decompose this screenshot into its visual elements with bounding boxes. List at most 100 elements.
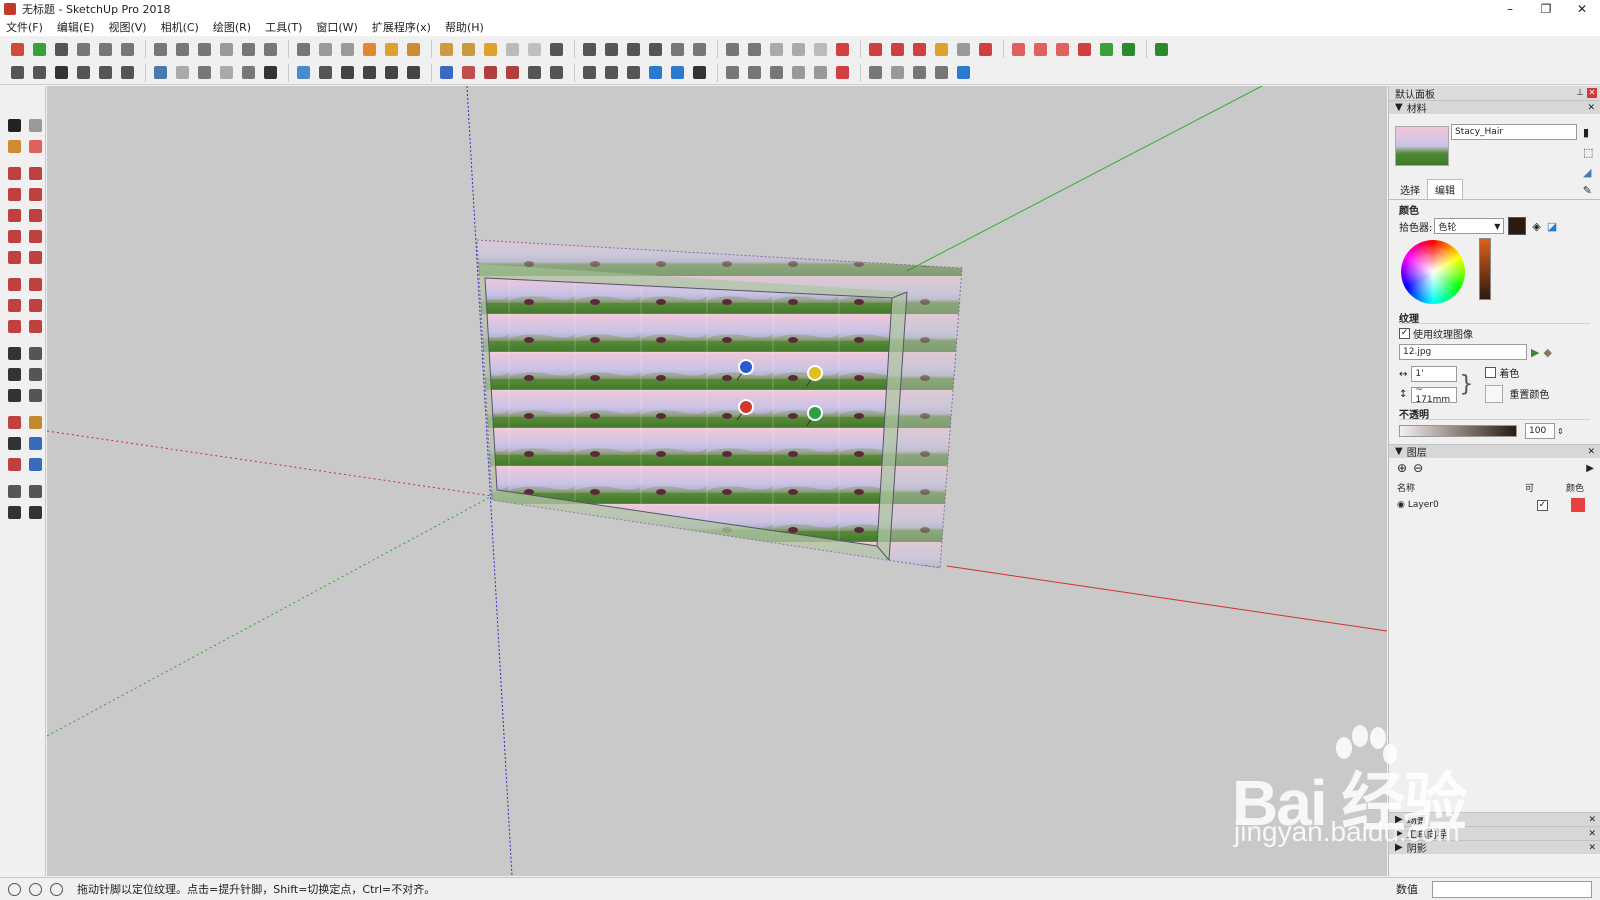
toolbar1-tool-button-23[interactable] [525, 40, 544, 59]
toolbar1-tool-button-37[interactable] [866, 40, 885, 59]
left-tool-button[interactable] [5, 413, 24, 432]
left-tool-button[interactable] [26, 206, 45, 225]
texture-file-field[interactable]: 12.jpg [1399, 344, 1527, 360]
toolbar2-tool-button-1[interactable] [8, 63, 27, 82]
measurements-field[interactable] [1432, 880, 1592, 898]
material-thumbnail[interactable] [1395, 126, 1449, 166]
default-material-icon[interactable]: ◢ [1583, 166, 1591, 179]
toolbar1-tool-button-13[interactable] [294, 40, 313, 59]
menu-window[interactable]: 窗口(W) [316, 19, 357, 35]
menu-view[interactable]: 视图(V) [108, 19, 146, 35]
left-tool-button[interactable] [26, 137, 45, 156]
toolbar2-tool-button-33[interactable] [767, 63, 786, 82]
toolbar1-tool-button-28[interactable] [646, 40, 665, 59]
layer-row[interactable]: ◉ Layer0 ✓ [1389, 496, 1600, 514]
tray-close-button[interactable]: ✕ [1587, 88, 1597, 98]
left-tool-button[interactable] [5, 185, 24, 204]
toolbar1-tool-button-41[interactable] [954, 40, 973, 59]
left-tool-button[interactable] [5, 482, 24, 501]
minimize-button[interactable]: – [1492, 0, 1528, 18]
left-tool-button[interactable] [26, 248, 45, 267]
toolbar1-tool-button-32[interactable] [745, 40, 764, 59]
color-swatch[interactable] [1508, 217, 1527, 235]
left-tool-button[interactable] [26, 227, 45, 246]
layer-visible-checkbox[interactable]: ✓ [1537, 499, 1548, 511]
left-tool-button[interactable] [26, 503, 45, 522]
left-tool-button[interactable] [26, 116, 45, 135]
active-layer-radio-icon[interactable]: ◉ [1397, 500, 1405, 510]
toolbar2-tool-button-22[interactable] [503, 63, 522, 82]
reset-color-button[interactable] [1485, 384, 1504, 403]
scenes-section-header[interactable]: ▶ 场景 ✕ [1389, 812, 1600, 827]
toolbar1-tool-button-10[interactable] [217, 40, 236, 59]
eyedropper-icon[interactable]: ✎ [1583, 184, 1592, 197]
toolbar1-tool-button-47[interactable] [1097, 40, 1116, 59]
delete-layer-icon[interactable]: ⊖ [1413, 461, 1423, 475]
picker-select[interactable]: 色轮 ▼ [1434, 218, 1505, 234]
create-material-icon[interactable]: ▮ [1583, 126, 1589, 139]
toolbar2-tool-button-36[interactable] [833, 63, 852, 82]
menu-camera[interactable]: 相机(C) [161, 19, 199, 35]
left-tool-button[interactable] [5, 248, 24, 267]
left-tool-button[interactable] [26, 185, 45, 204]
materials-section-header[interactable]: ▼ 材料 ✕ [1389, 100, 1600, 115]
toolbar2-tool-button-39[interactable] [910, 63, 929, 82]
toolbar1-tool-button-5[interactable] [96, 40, 115, 59]
left-tool-button[interactable] [26, 344, 45, 363]
link-aspect-icon[interactable]: } [1459, 372, 1473, 397]
toolbar2-tool-button-40[interactable] [932, 63, 951, 82]
layers-close-icon[interactable]: ✕ [1587, 447, 1595, 457]
toolbar1-tool-button-4[interactable] [74, 40, 93, 59]
tab-select[interactable]: 选择 [1393, 180, 1427, 199]
toolbar1-tool-button-46[interactable] [1075, 40, 1094, 59]
toolbar2-tool-button-17[interactable] [382, 63, 401, 82]
toolbar2-tool-button-27[interactable] [624, 63, 643, 82]
toolbar2-tool-button-5[interactable] [96, 63, 115, 82]
left-tool-button[interactable] [5, 296, 24, 315]
left-tool-button[interactable] [5, 434, 24, 453]
toolbar1-tool-button-7[interactable] [151, 40, 170, 59]
toolbar2-tool-button-37[interactable] [866, 63, 885, 82]
toolbar2-tool-button-16[interactable] [360, 63, 379, 82]
toolbar2-tool-button-20[interactable] [459, 63, 478, 82]
left-tool-button[interactable] [5, 275, 24, 294]
toolbar1-tool-button-42[interactable] [976, 40, 995, 59]
toolbar1-tool-button-36[interactable] [833, 40, 852, 59]
material-sample-icon[interactable]: ⬚ [1583, 146, 1593, 159]
instructor-section-header[interactable]: ▶ 工具向导 ✕ [1389, 826, 1600, 841]
toolbar1-tool-button-21[interactable] [481, 40, 500, 59]
menu-help[interactable]: 帮助(H) [445, 19, 484, 35]
opacity-field[interactable]: 100 [1525, 423, 1555, 439]
material-name-field[interactable]: Stacy_Hair [1451, 124, 1577, 140]
left-tool-button[interactable] [26, 296, 45, 315]
left-tool-button[interactable] [5, 386, 24, 405]
toolbar1-tool-button-49[interactable] [1152, 40, 1171, 59]
toolbar1-tool-button-30[interactable] [690, 40, 709, 59]
toolbar1-tool-button-26[interactable] [602, 40, 621, 59]
toolbar2-tool-button-8[interactable] [173, 63, 192, 82]
toolbar2-tool-button-41[interactable] [954, 63, 973, 82]
toolbar1-tool-button-39[interactable] [910, 40, 929, 59]
toolbar2-tool-button-24[interactable] [547, 63, 566, 82]
menu-edit[interactable]: 编辑(E) [57, 19, 95, 35]
toolbar2-tool-button-38[interactable] [888, 63, 907, 82]
toolbar1-tool-button-2[interactable] [30, 40, 49, 59]
toolbar1-tool-button-17[interactable] [382, 40, 401, 59]
shadows-close-icon[interactable]: ✕ [1588, 843, 1596, 853]
left-tool-button[interactable] [5, 344, 24, 363]
toolbar1-tool-button-27[interactable] [624, 40, 643, 59]
toolbar2-tool-button-15[interactable] [338, 63, 357, 82]
toolbar1-tool-button-15[interactable] [338, 40, 357, 59]
texture-width-field[interactable]: 1' [1411, 365, 1458, 382]
pin-tray-icon[interactable]: ⊥ [1576, 88, 1584, 98]
geolocation-icon[interactable] [8, 882, 21, 896]
toolbar1-tool-button-20[interactable] [459, 40, 478, 59]
toolbar1-tool-button-35[interactable] [811, 40, 830, 59]
toolbar1-tool-button-43[interactable] [1009, 40, 1028, 59]
toolbar2-tool-button-19[interactable] [437, 63, 456, 82]
left-tool-button[interactable] [5, 365, 24, 384]
toolbar1-tool-button-22[interactable] [503, 40, 522, 59]
edit-texture-icon[interactable]: ◆ [1543, 346, 1551, 359]
toolbar2-tool-button-32[interactable] [745, 63, 764, 82]
left-tool-button[interactable] [5, 455, 24, 474]
